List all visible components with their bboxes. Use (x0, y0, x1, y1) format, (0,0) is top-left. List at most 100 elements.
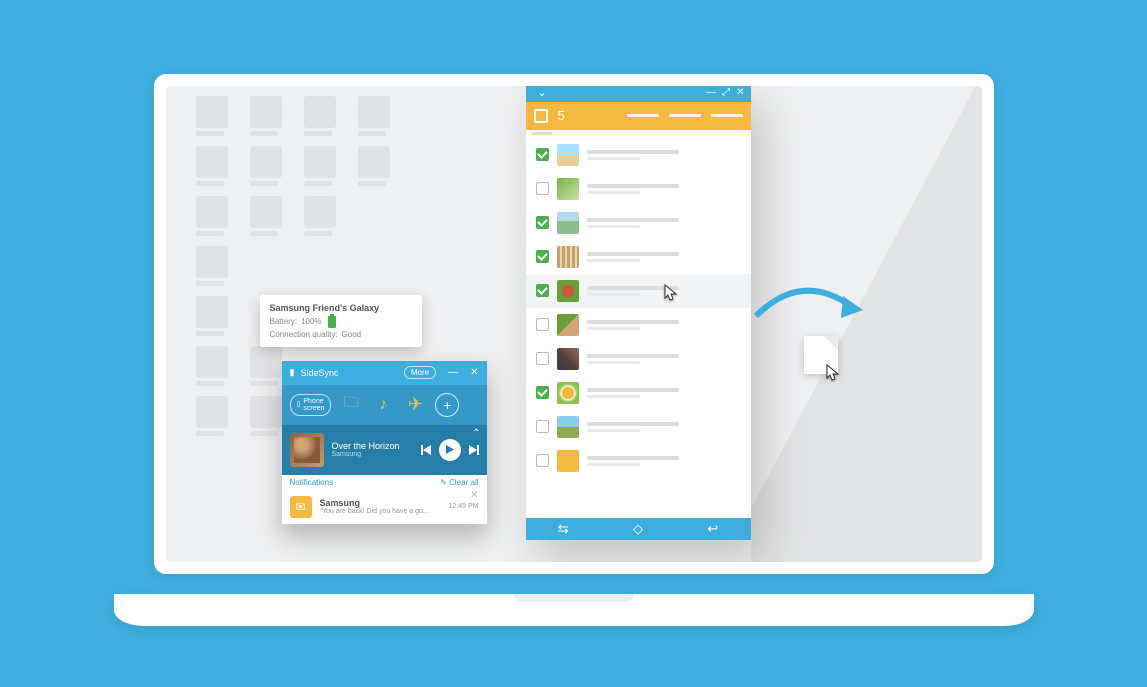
desktop-file-icon[interactable] (304, 96, 340, 136)
file-row[interactable] (526, 138, 751, 172)
file-row[interactable] (526, 172, 751, 206)
clear-all-button[interactable]: ✎ Clear all (440, 478, 478, 487)
notif-preview: "You are back! Did you have a go... (320, 508, 441, 515)
app-title: SideSync (300, 368, 397, 378)
add-button[interactable]: + (435, 393, 459, 417)
file-meta (587, 422, 741, 432)
file-meta (587, 388, 741, 398)
checkbox[interactable] (536, 250, 549, 263)
collapse-icon[interactable]: ⌃ (472, 428, 480, 439)
desktop-file-icon[interactable] (250, 346, 286, 386)
notif-time: 12:45 PM (449, 503, 479, 510)
file-thumbnail (557, 246, 579, 268)
desktop-area[interactable]: Samsung Friend's Galaxy Battery: 100% Co… (166, 86, 982, 562)
file-meta (587, 456, 741, 466)
laptop-base (114, 594, 1034, 626)
file-meta (587, 252, 741, 262)
android-navbar: ⇆ ◇ ↩ (526, 518, 751, 540)
close-icon[interactable]: ✕ (470, 367, 478, 378)
desktop-file-icon[interactable] (304, 196, 340, 236)
file-row[interactable] (526, 376, 751, 410)
checkbox[interactable] (536, 454, 549, 467)
file-list[interactable] (526, 138, 751, 518)
prev-track-icon[interactable] (421, 445, 431, 455)
notification-item[interactable]: ✉ Samsung "You are back! Did you have a … (282, 490, 487, 524)
checkbox[interactable] (536, 318, 549, 331)
file-thumbnail (557, 178, 579, 200)
desktop-file-icon[interactable] (196, 396, 232, 436)
desktop-file-icon[interactable] (304, 146, 340, 186)
desktop-file-icon[interactable] (196, 346, 232, 386)
checkbox[interactable] (536, 148, 549, 161)
desktop-file-icon[interactable] (196, 246, 232, 286)
file-row[interactable] (526, 274, 751, 308)
file-thumbnail (557, 144, 579, 166)
file-meta (587, 320, 741, 330)
recent-apps-icon[interactable]: ⇆ (558, 521, 569, 537)
file-row[interactable] (526, 206, 751, 240)
home-icon[interactable]: ◇ (633, 521, 643, 537)
checkbox[interactable] (536, 420, 549, 433)
file-thumbnail (557, 416, 579, 438)
file-row[interactable] (526, 410, 751, 444)
desktop-file-icon[interactable] (250, 96, 286, 136)
music-button[interactable]: ♪ (371, 393, 395, 417)
checkbox[interactable] (536, 284, 549, 297)
battery-value: 100% (301, 317, 321, 326)
battery-icon (328, 316, 336, 328)
file-meta (587, 354, 741, 364)
sidesync-dashboard: ▮ SideSync More — ✕ ▯ Phone screen 🗀 ♪ ✈… (282, 361, 487, 524)
minimize-icon[interactable]: — (448, 367, 458, 378)
desktop-file-icon[interactable] (250, 396, 286, 436)
desktop-file-icon[interactable] (196, 146, 232, 186)
dashboard-titlebar[interactable]: ▮ SideSync More — ✕ (282, 361, 487, 385)
desktop-file-icon[interactable] (250, 146, 286, 186)
more-button[interactable]: More (404, 366, 436, 379)
file-row[interactable] (526, 342, 751, 376)
file-row[interactable] (526, 444, 751, 478)
close-icon[interactable]: ✕ (736, 87, 744, 98)
desktop-file-icon[interactable] (358, 96, 394, 136)
notifications-label: Notifications (290, 478, 334, 487)
next-track-icon[interactable] (469, 445, 479, 455)
file-meta (587, 218, 741, 228)
send-button[interactable]: ✈ (403, 393, 427, 417)
checkbox[interactable] (536, 182, 549, 195)
file-thumbnail (557, 314, 579, 336)
desktop-file-icon[interactable] (196, 96, 232, 136)
chevron-down-icon[interactable]: ⌄ (538, 86, 547, 99)
file-row[interactable] (526, 240, 751, 274)
select-all-icon[interactable] (534, 109, 548, 123)
drag-arrow (751, 276, 871, 336)
mouse-cursor-target (826, 364, 840, 382)
checkbox[interactable] (536, 352, 549, 365)
desktop-file-icon[interactable] (196, 196, 232, 236)
connection-label: Connection quality: (270, 330, 338, 339)
file-thumbnail (557, 348, 579, 370)
minimize-icon[interactable]: — (706, 87, 716, 98)
folder-button[interactable]: 🗀 (339, 393, 363, 417)
phone-screen-label: Phone screen (303, 398, 324, 412)
file-thumbnail (557, 382, 579, 404)
dashboard-toolbar: ▯ Phone screen 🗀 ♪ ✈ + (282, 385, 487, 425)
file-meta (587, 150, 741, 160)
mail-icon: ✉ (290, 496, 312, 518)
checkbox[interactable] (536, 216, 549, 229)
desktop-file-icon[interactable] (196, 296, 232, 336)
checkbox[interactable] (536, 386, 549, 399)
dismiss-notif-icon[interactable]: ✕ (470, 490, 478, 501)
action-placeholder[interactable] (711, 114, 743, 117)
device-tooltip: Samsung Friend's Galaxy Battery: 100% Co… (260, 295, 422, 347)
action-placeholder[interactable] (669, 114, 701, 117)
filewin-titlebar[interactable]: ⌄ — ⤢ ✕ (526, 86, 751, 102)
selection-count: 5 (558, 108, 565, 123)
play-button[interactable] (439, 439, 461, 461)
file-row[interactable] (526, 308, 751, 342)
laptop-frame: Samsung Friend's Galaxy Battery: 100% Co… (154, 74, 994, 614)
back-icon[interactable]: ↩ (707, 521, 718, 537)
desktop-file-icon[interactable] (358, 146, 394, 186)
action-placeholder[interactable] (627, 114, 659, 117)
expand-icon[interactable]: ⤢ (722, 87, 730, 98)
desktop-file-icon[interactable] (250, 196, 286, 236)
phone-screen-button[interactable]: ▯ Phone screen (290, 394, 332, 416)
